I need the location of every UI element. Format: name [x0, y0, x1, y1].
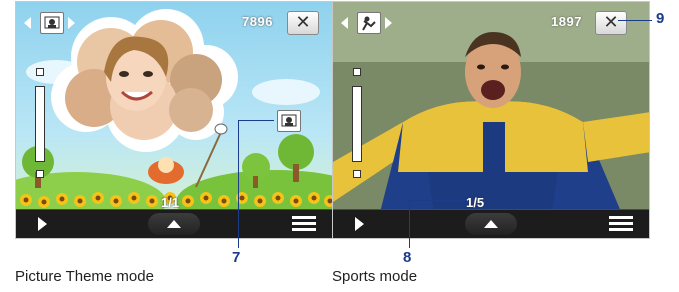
zoom-min-indicator [36, 170, 44, 178]
bottom-toolbar [16, 209, 332, 238]
close-button[interactable]: ✕ [595, 11, 627, 35]
remaining-shots-counter: 7896 [242, 14, 273, 29]
callout-9: 9 [656, 10, 665, 27]
frame-count: 1/5 [466, 195, 485, 210]
zoom-bar[interactable] [352, 86, 362, 162]
callout-8: 8 [403, 249, 412, 266]
callout-line-7 [238, 120, 274, 121]
callout-line-9 [618, 20, 652, 21]
next-mode-icon[interactable] [68, 17, 75, 29]
frame-count: 1/1 [161, 195, 180, 210]
portrait-icon[interactable] [40, 12, 64, 34]
picture-theme-screen: 7896 ✕ 1/1 [15, 1, 333, 239]
play-icon[interactable] [38, 217, 47, 231]
sports-scene [333, 2, 649, 238]
expand-up-button[interactable] [148, 213, 200, 235]
expand-up-button[interactable] [465, 213, 517, 235]
callout-7: 7 [232, 249, 241, 266]
picture-theme-caption: Picture Theme mode [15, 268, 154, 285]
sports-mode-icon[interactable] [357, 12, 381, 34]
zoom-min-indicator [353, 170, 361, 178]
previous-mode-icon[interactable] [341, 17, 348, 29]
menu-icon[interactable] [292, 216, 316, 232]
bottom-toolbar [333, 209, 649, 238]
callout-line-8 [409, 200, 467, 201]
zoom-max-indicator [36, 68, 44, 76]
play-icon[interactable] [355, 217, 364, 231]
menu-icon[interactable] [609, 216, 633, 232]
previous-mode-icon[interactable] [24, 17, 31, 29]
next-mode-icon[interactable] [385, 17, 392, 29]
sports-mode-screen: 1897 ✕ 1/5 [332, 1, 650, 239]
close-button[interactable]: ✕ [287, 11, 319, 35]
remaining-shots-counter: 1897 [551, 14, 582, 29]
callout-line-8-vertical [409, 200, 410, 248]
callout-line-7-vertical [238, 120, 239, 248]
sports-mode-caption: Sports mode [332, 268, 418, 285]
picture-theme-icon[interactable] [277, 110, 301, 132]
zoom-bar[interactable] [35, 86, 45, 162]
zoom-max-indicator [353, 68, 361, 76]
